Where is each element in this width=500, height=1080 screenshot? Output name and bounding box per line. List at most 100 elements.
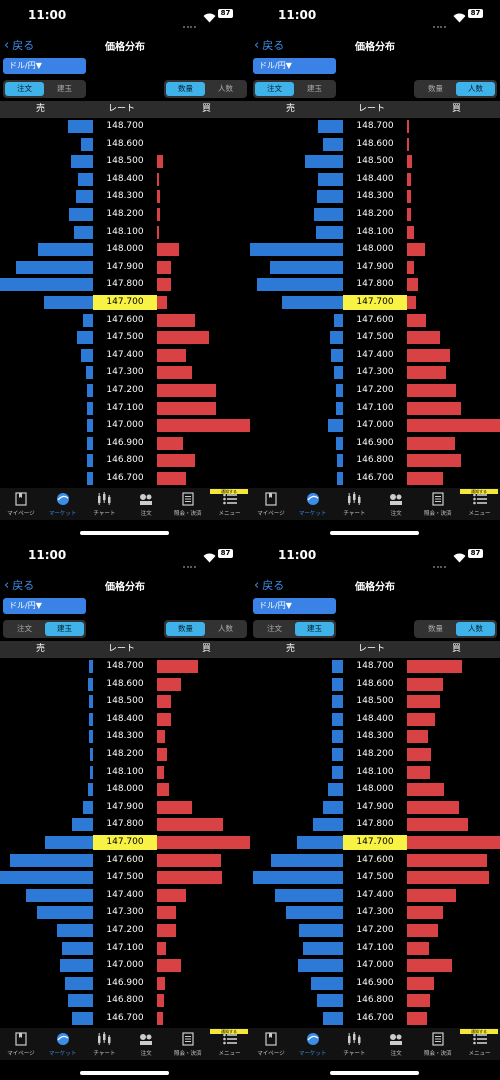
tab-market-globe[interactable]: マーケット — [42, 1028, 84, 1060]
toggle-quantity[interactable]: 数量 — [416, 82, 455, 96]
tab-document[interactable]: 照会・決済 — [167, 1028, 209, 1060]
tab-bookmark[interactable]: マイページ — [250, 488, 292, 520]
price-row: 147.000 — [250, 417, 500, 435]
price-row: 147.600 — [0, 852, 250, 870]
price-row: 148.000 — [0, 241, 250, 259]
toggle-quantity[interactable]: 数量 — [416, 622, 455, 636]
price-row: 147.500 — [0, 869, 250, 887]
order-position-toggle[interactable]: 注文建玉 — [253, 620, 336, 638]
buy-bar — [157, 454, 195, 467]
tab-bookmark[interactable]: マイページ — [0, 488, 42, 520]
tab-candlestick[interactable]: チャート — [83, 488, 125, 520]
quantity-people-toggle[interactable]: 数量人数 — [414, 80, 497, 98]
price-label: 146.900 — [343, 436, 407, 451]
price-row: 147.800 — [250, 276, 500, 294]
tab-order[interactable]: 注文 — [375, 1028, 417, 1060]
header-sell: 売 — [36, 641, 45, 658]
quantity-people-toggle[interactable]: 数量人数 — [164, 80, 247, 98]
sell-bar — [328, 783, 343, 796]
order-position-toggle[interactable]: 注文建玉 — [3, 620, 86, 638]
buy-bar — [157, 766, 164, 779]
currency-pair-dropdown[interactable]: ドル/円▼ — [3, 598, 86, 614]
tab-label: メニュー — [209, 1049, 251, 1057]
tab-order[interactable]: 注文 — [125, 488, 167, 520]
menu-notify-badge: 通知する — [210, 489, 248, 494]
price-row: 147.800 — [250, 816, 500, 834]
toggle-position[interactable]: 建玉 — [295, 622, 334, 636]
sell-bar — [275, 889, 343, 902]
sell-bar — [44, 296, 93, 309]
price-label: 148.600 — [343, 137, 407, 152]
buy-bar — [157, 871, 222, 884]
sell-bar — [0, 278, 93, 291]
toggle-order[interactable]: 注文 — [255, 82, 294, 96]
toggle-order[interactable]: 注文 — [5, 82, 44, 96]
page-title: 価格分布 — [0, 578, 250, 593]
price-label: 148.000 — [343, 782, 407, 797]
sell-bar — [77, 331, 93, 344]
toggle-people[interactable]: 人数 — [456, 82, 495, 96]
sell-bar — [332, 695, 343, 708]
order-position-toggle[interactable]: 注文建玉 — [253, 80, 336, 98]
toggle-people[interactable]: 人数 — [456, 622, 495, 636]
price-label: 147.200 — [93, 923, 157, 938]
buy-bar — [407, 349, 450, 362]
currency-pair-dropdown[interactable]: ドル/円▼ — [3, 58, 86, 74]
sell-bar — [332, 766, 343, 779]
tab-order[interactable]: 注文 — [375, 488, 417, 520]
tab-document[interactable]: 照会・決済 — [417, 1028, 459, 1060]
price-row: 146.800 — [0, 452, 250, 470]
tab-label: マイページ — [250, 509, 292, 517]
tab-market-globe[interactable]: マーケット — [292, 488, 334, 520]
toggle-position[interactable]: 建玉 — [45, 622, 84, 636]
price-distribution-list[interactable]: 148.700148.600148.500148.400148.300148.2… — [0, 658, 250, 1028]
tab-candlestick[interactable]: チャート — [333, 1028, 375, 1060]
header-buy: 買 — [202, 101, 211, 118]
header-rate: レート — [108, 641, 135, 658]
bookmark-icon — [13, 491, 29, 505]
candlestick-icon — [96, 1031, 112, 1045]
tab-label: チャート — [83, 1049, 125, 1057]
order-position-toggle[interactable]: 注文建玉 — [3, 80, 86, 98]
price-distribution-list[interactable]: 148.700148.600148.500148.400148.300148.2… — [0, 118, 250, 488]
toggle-position[interactable]: 建玉 — [45, 82, 84, 96]
toggle-position[interactable]: 建玉 — [295, 82, 334, 96]
tab-candlestick[interactable]: チャート — [83, 1028, 125, 1060]
toggle-quantity[interactable]: 数量 — [166, 82, 205, 96]
tab-label: チャート — [333, 1049, 375, 1057]
buy-bar — [407, 959, 452, 972]
tab-market-globe[interactable]: マーケット — [292, 1028, 334, 1060]
tab-bookmark[interactable]: マイページ — [0, 1028, 42, 1060]
price-label: 148.600 — [93, 137, 157, 152]
quantity-people-toggle[interactable]: 数量人数 — [164, 620, 247, 638]
tab-bookmark[interactable]: マイページ — [250, 1028, 292, 1060]
tab-document[interactable]: 照会・決済 — [167, 488, 209, 520]
buy-bar — [157, 173, 159, 186]
currency-pair-dropdown[interactable]: ドル/円▼ — [253, 598, 336, 614]
toggle-people[interactable]: 人数 — [206, 82, 245, 96]
tab-candlestick[interactable]: チャート — [333, 488, 375, 520]
toggle-order[interactable]: 注文 — [5, 622, 44, 636]
toggle-quantity[interactable]: 数量 — [166, 622, 205, 636]
tab-document[interactable]: 照会・決済 — [417, 488, 459, 520]
price-label: 148.500 — [93, 694, 157, 709]
toggle-order[interactable]: 注文 — [255, 622, 294, 636]
currency-pair-dropdown[interactable]: ドル/円▼ — [253, 58, 336, 74]
sell-bar — [317, 190, 343, 203]
quantity-people-toggle[interactable]: 数量人数 — [414, 620, 497, 638]
sell-bar — [270, 261, 343, 274]
tab-market-globe[interactable]: マーケット — [42, 488, 84, 520]
tab-order[interactable]: 注文 — [125, 1028, 167, 1060]
price-row: 146.800 — [250, 452, 500, 470]
buy-bar — [407, 173, 411, 186]
toggle-people[interactable]: 人数 — [206, 622, 245, 636]
buy-bar — [157, 349, 186, 362]
sell-bar — [68, 994, 93, 1007]
price-distribution-list[interactable]: 148.700148.600148.500148.400148.300148.2… — [250, 658, 500, 1028]
price-row: 148.000 — [250, 241, 500, 259]
price-label: 146.700 — [343, 471, 407, 486]
price-distribution-list[interactable]: 148.700148.600148.500148.400148.300148.2… — [250, 118, 500, 488]
price-row: 147.700 — [0, 294, 250, 312]
document-icon — [430, 1031, 446, 1045]
price-row: 148.100 — [0, 224, 250, 242]
